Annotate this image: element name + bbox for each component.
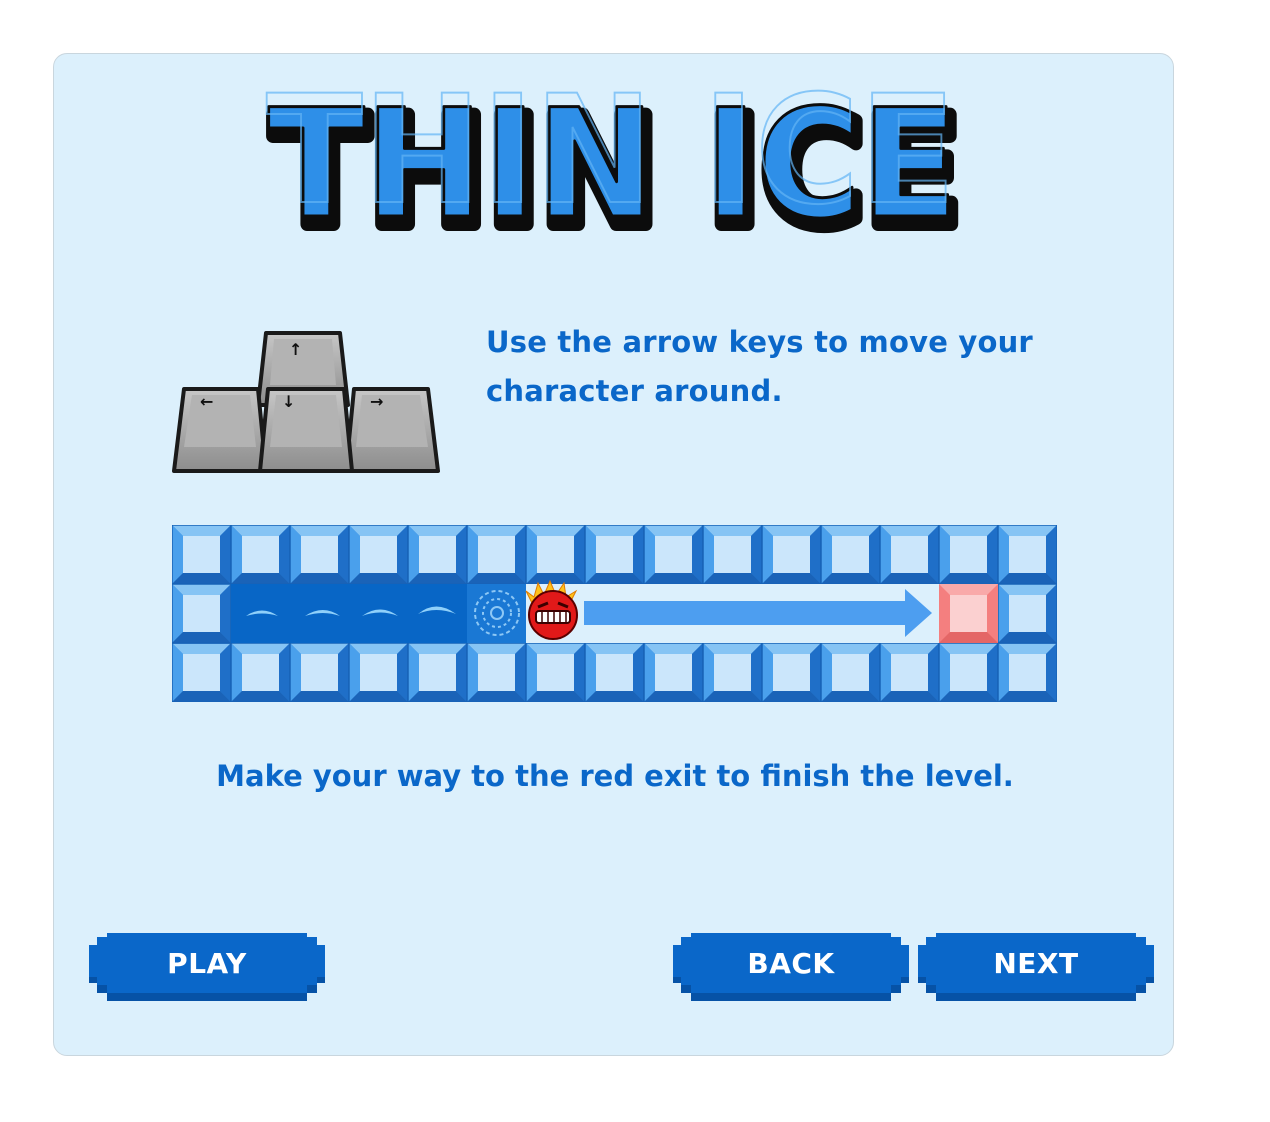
ice-wall-tile xyxy=(230,642,291,703)
ice-wall-tile xyxy=(407,642,468,703)
ice-wall-tile xyxy=(997,583,1058,644)
back-button-label: BACK xyxy=(747,946,835,980)
red-exit-tile-icon xyxy=(939,584,998,643)
level-preview-board xyxy=(171,524,1058,703)
arrow-keys-icon: ↑ ← → ↓ xyxy=(170,325,442,477)
ice-wall-tile xyxy=(938,524,999,585)
board-graphic xyxy=(171,524,1058,703)
down-key-icon: ↓ xyxy=(258,387,354,473)
ice-wall-tile xyxy=(348,642,409,703)
ice-wall-tile xyxy=(230,524,291,585)
svg-text:↑: ↑ xyxy=(289,340,302,359)
instruction-exit-text: Make your way to the red exit to finish … xyxy=(216,759,1014,793)
left-key-icon: ← xyxy=(172,387,268,473)
ice-wall-tile xyxy=(466,524,527,585)
ice-wall-tile xyxy=(289,642,350,703)
title-logo-graphic: THIN ICE THIN ICE THIN ICE xyxy=(265,63,969,267)
ice-wall-tile xyxy=(938,642,999,703)
next-button[interactable]: NEXT xyxy=(918,933,1154,1001)
ice-wall-tile xyxy=(171,524,232,585)
ice-wall-tile xyxy=(407,524,468,585)
ice-wall-tile xyxy=(171,642,232,703)
instruction-move-text: Use the arrow keys to move your characte… xyxy=(486,325,1033,408)
ice-wall-tile xyxy=(525,524,586,585)
ice-wall-tile xyxy=(997,642,1058,703)
game-title-logo: THIN ICE THIN ICE THIN ICE xyxy=(255,63,975,267)
play-button-label: PLAY xyxy=(167,946,247,980)
ice-wall-tile xyxy=(171,583,232,644)
ice-wall-tile xyxy=(466,642,527,703)
ice-wall-tile xyxy=(348,524,409,585)
ice-wall-tile xyxy=(761,524,822,585)
ice-wall-tile xyxy=(643,524,704,585)
svg-text:→: → xyxy=(370,392,383,411)
back-button[interactable]: BACK xyxy=(673,933,909,1001)
svg-text:↓: ↓ xyxy=(282,392,295,411)
play-button[interactable]: PLAY xyxy=(89,933,325,1001)
ice-wall-tile xyxy=(584,642,645,703)
ice-wall-tile xyxy=(879,642,940,703)
ice-wall-tile xyxy=(643,642,704,703)
ice-wall-tile xyxy=(820,642,881,703)
ice-wall-tile xyxy=(702,524,763,585)
ice-wall-tile xyxy=(702,642,763,703)
ice-wall-tile xyxy=(820,524,881,585)
title-text-highlight: THIN ICE xyxy=(266,82,956,238)
ice-wall-tile xyxy=(289,524,350,585)
melting-ice-icon xyxy=(467,584,526,643)
ice-wall-tile xyxy=(879,524,940,585)
svg-text:←: ← xyxy=(200,392,213,411)
ice-wall-tile xyxy=(761,642,822,703)
ice-wall-tile xyxy=(997,524,1058,585)
next-button-label: NEXT xyxy=(993,946,1079,980)
right-key-icon: → xyxy=(344,387,440,473)
ice-wall-tile xyxy=(525,642,586,703)
ice-wall-tile xyxy=(584,524,645,585)
